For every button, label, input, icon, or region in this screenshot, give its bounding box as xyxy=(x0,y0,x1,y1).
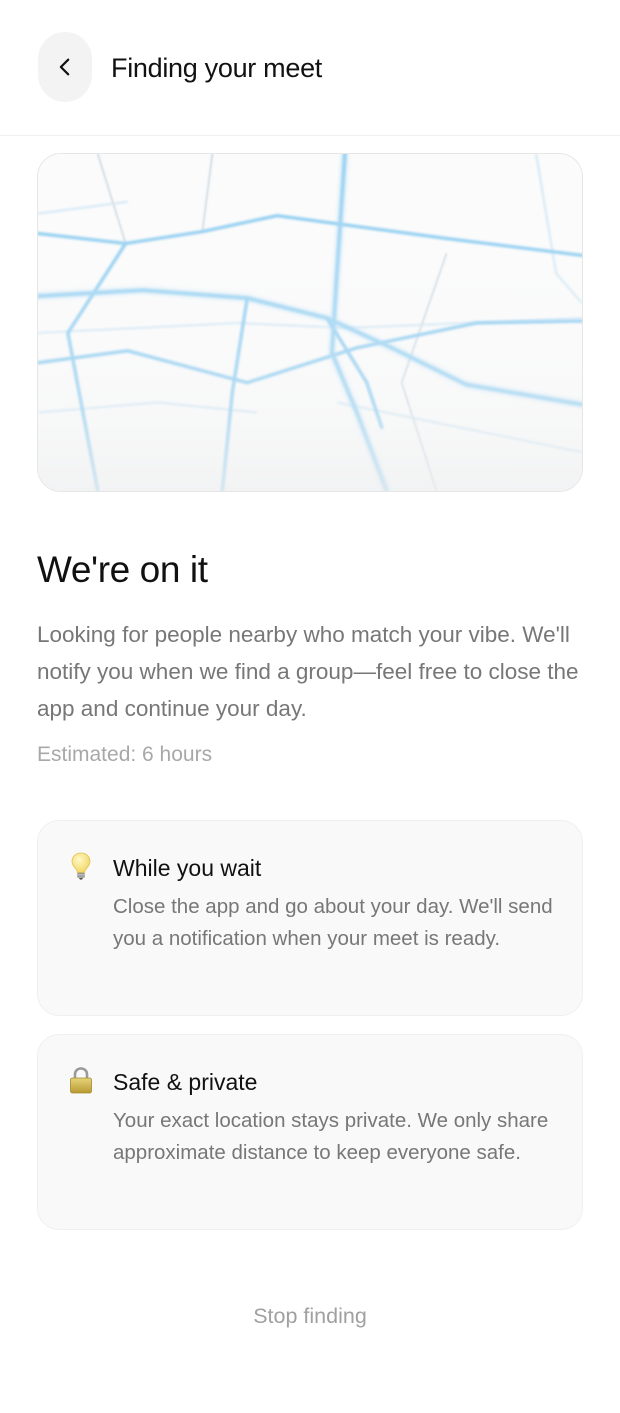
status-headline: We're on it xyxy=(37,549,208,590)
status-description: Looking for people nearby who match your… xyxy=(37,622,579,721)
card-title: Safe & private xyxy=(113,1069,258,1095)
stop-finding-button[interactable]: Stop finding xyxy=(0,1300,620,1332)
page-title: Finding your meet xyxy=(111,53,323,83)
estimated-time: Estimated: 6 hours xyxy=(37,743,213,766)
while-you-wait-card: While you wait Close the app and go abou… xyxy=(37,820,583,1016)
lock-icon xyxy=(70,1067,92,1094)
top-bar: Finding your meet xyxy=(0,0,620,136)
map-preview xyxy=(37,153,583,492)
back-button[interactable] xyxy=(38,32,92,102)
chevron-left-icon xyxy=(59,58,70,76)
card-body: Your exact location stays private. We on… xyxy=(113,1109,549,1164)
card-title: While you wait xyxy=(113,855,262,881)
card-body: Close the app and go about your day. We'… xyxy=(113,895,553,950)
safe-private-card: Safe & private Your exact location stays… xyxy=(37,1034,583,1230)
lightbulb-icon xyxy=(71,852,91,880)
